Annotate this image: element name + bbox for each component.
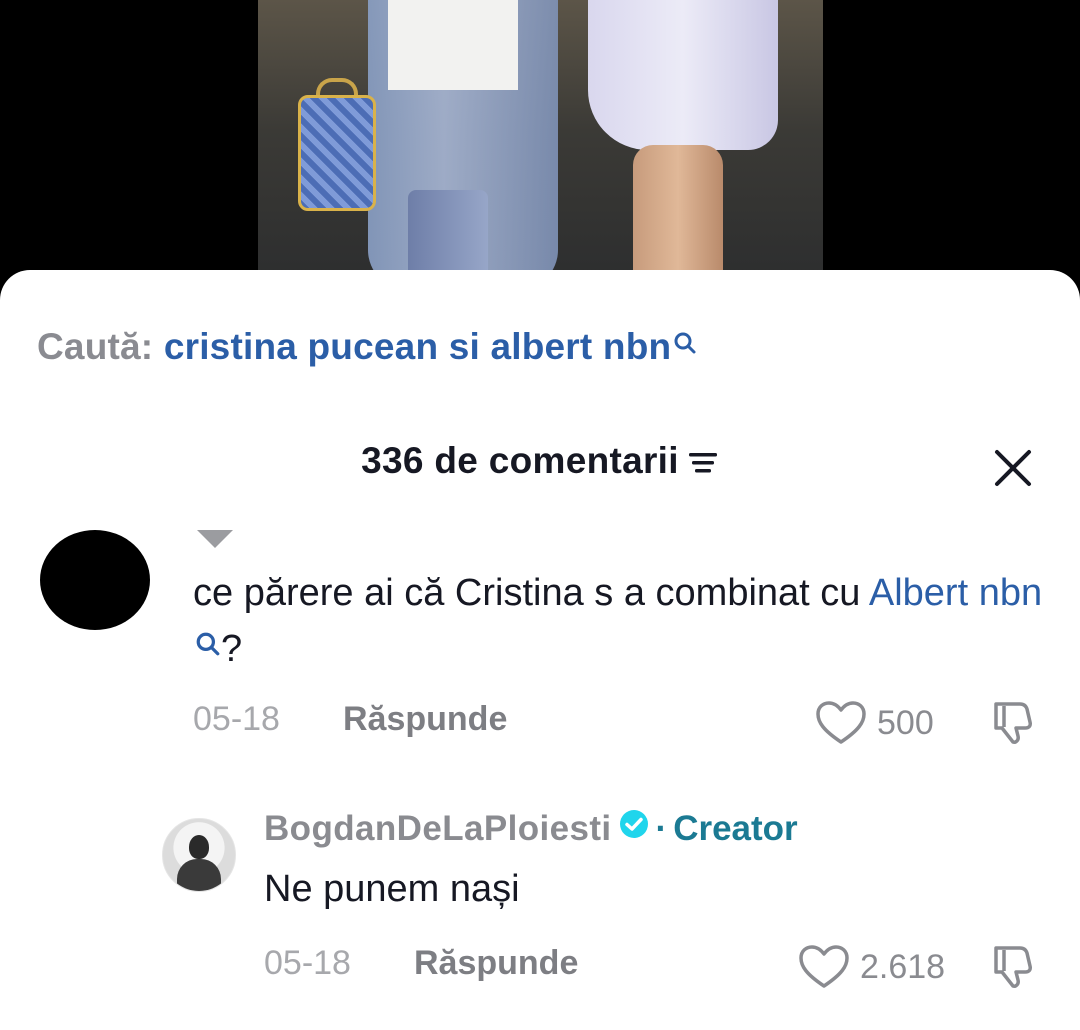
search-icon xyxy=(673,322,697,364)
dislike-button[interactable] xyxy=(990,698,1038,751)
comment-date: 05-18 xyxy=(193,700,280,738)
reply-header: BogdanDeLaPloiesti · Creator xyxy=(264,808,798,849)
reply-like-count: 2.618 xyxy=(860,947,946,986)
video-player[interactable] xyxy=(0,0,1080,290)
commenter-avatar[interactable] xyxy=(40,530,150,630)
close-icon xyxy=(995,450,1031,486)
avatar-head xyxy=(189,835,209,859)
video-bag xyxy=(298,95,376,211)
search-query-link[interactable]: cristina pucean si albert nbn xyxy=(164,326,672,367)
comments-header: 336 de comentarii xyxy=(0,440,1080,482)
creator-separator: · xyxy=(655,808,668,848)
comments-count: 336 de comentarii xyxy=(361,440,679,481)
comment-text: ce părere ai că Cristina s a combinat cu… xyxy=(193,565,1053,677)
video-frame xyxy=(258,0,823,290)
comment-text-before: ce părere ai că Cristina s a combinat cu xyxy=(193,572,869,614)
thumbs-down-icon xyxy=(994,946,1032,988)
comment-search-link[interactable]: Albert nbn xyxy=(869,572,1042,614)
reply-date: 05-18 xyxy=(264,944,351,982)
reply-button[interactable]: Răspunde xyxy=(343,700,507,739)
like-count: 500 xyxy=(877,703,934,742)
search-suggestion[interactable]: Caută: cristina pucean si albert nbn xyxy=(37,326,697,368)
collapse-arrow-icon[interactable] xyxy=(197,530,233,548)
heart-icon xyxy=(799,945,849,988)
reply-like-button[interactable]: 2.618 xyxy=(798,944,945,990)
reply-username[interactable]: BogdanDeLaPloiesti xyxy=(264,809,612,849)
heart-icon xyxy=(816,701,866,744)
creator-avatar[interactable] xyxy=(162,818,236,892)
sort-filter-icon[interactable] xyxy=(688,452,719,479)
thumbs-down-icon xyxy=(994,702,1032,744)
search-label: Caută: xyxy=(37,326,154,367)
search-icon xyxy=(195,617,221,673)
creator-tag: Creator xyxy=(673,808,798,848)
reply-reply-button[interactable]: Răspunde xyxy=(414,944,578,983)
reply-text: Ne punem nași xyxy=(264,868,520,910)
video-legs xyxy=(633,145,723,290)
avatar-body xyxy=(177,859,221,891)
like-button[interactable]: 500 xyxy=(815,700,934,746)
video-person-right xyxy=(588,0,778,150)
reply-dislike-button[interactable] xyxy=(990,942,1038,995)
video-shirt xyxy=(388,0,518,90)
verified-badge-icon xyxy=(618,808,650,849)
comment-text-after: ? xyxy=(221,628,243,670)
close-button[interactable] xyxy=(990,445,1036,491)
